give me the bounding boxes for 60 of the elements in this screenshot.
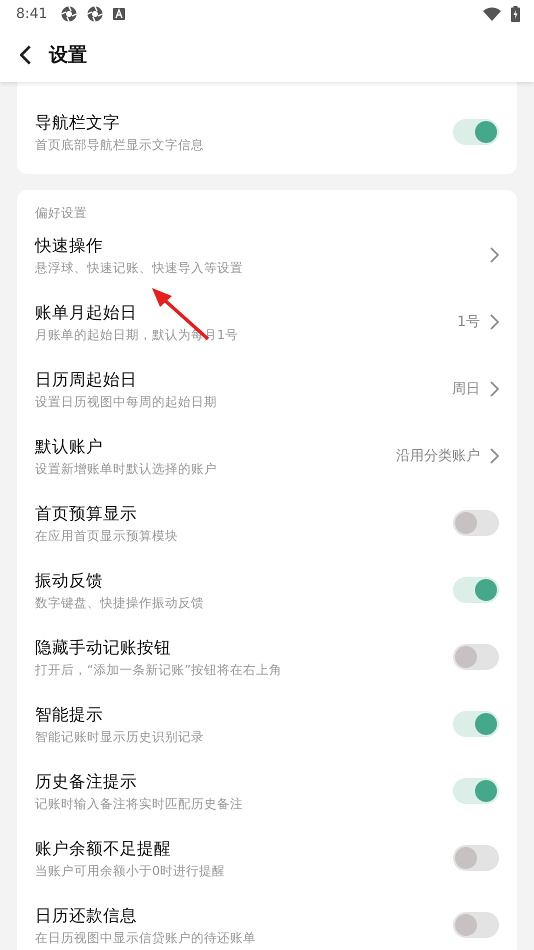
app-icon bbox=[113, 8, 126, 20]
annotation-arrow bbox=[150, 286, 212, 342]
setting-title: 历史备注提示 bbox=[35, 770, 138, 792]
aperture-icon bbox=[61, 6, 78, 22]
toggle-switch[interactable] bbox=[453, 510, 499, 536]
settings-row[interactable]: 历史备注提示 记账时输入备注将实时匹配历史备注 bbox=[17, 758, 517, 825]
setting-title: 隐藏手动记账按钮 bbox=[35, 636, 172, 658]
toggle-switch[interactable] bbox=[453, 644, 499, 670]
settings-row[interactable]: 智能提示 智能记账时显示历史识别记录 bbox=[17, 691, 517, 758]
toggle-switch[interactable] bbox=[453, 912, 499, 938]
setting-title: 振动反馈 bbox=[35, 570, 104, 592]
chevron-right-icon bbox=[490, 247, 499, 263]
setting-title: 智能提示 bbox=[35, 704, 104, 726]
section-header: 偏好设置 bbox=[34, 204, 88, 222]
chevron-right-icon bbox=[490, 314, 499, 330]
chevron-right-icon bbox=[490, 381, 499, 397]
back-icon bbox=[20, 45, 31, 65]
setting-description: 设置新增账单时默认选择的账户 bbox=[35, 460, 218, 478]
setting-description: 智能记账时显示历史识别记录 bbox=[35, 728, 205, 746]
settings-row[interactable]: 默认账户 设置新增账单时默认选择的账户 沿用分类账户 bbox=[17, 423, 517, 490]
setting-description: 在日历视图中显示信贷账户的待还账单 bbox=[35, 928, 257, 946]
setting-description: 记账时输入备注将实时匹配历史备注 bbox=[35, 794, 244, 812]
settings-row[interactable]: 快速操作 悬浮球、快速记账、快速导入等设置 bbox=[17, 222, 517, 289]
setting-value: 1号 bbox=[457, 313, 480, 331]
back-button[interactable] bbox=[20, 45, 31, 65]
chevron-right-icon bbox=[490, 448, 499, 464]
page-title: 设置 bbox=[49, 43, 87, 68]
toggle-switch[interactable] bbox=[453, 711, 499, 737]
setting-description: 打开后，“添加一条新记账”按钮将在右上角 bbox=[35, 660, 283, 678]
setting-title: 默认账户 bbox=[35, 436, 104, 458]
settings-row[interactable]: 账户余额不足提醒 当账户可用余额小于0时进行提醒 bbox=[17, 825, 517, 892]
settings-row[interactable]: 日历周起始日 设置日历视图中每周的起始日期 周日 bbox=[17, 356, 517, 423]
setting-description: 设置日历视图中每周的起始日期 bbox=[35, 392, 218, 410]
setting-description: 悬浮球、快速记账、快速导入等设置 bbox=[35, 258, 244, 276]
setting-title: 日历还款信息 bbox=[35, 904, 138, 926]
setting-description: 首页底部导航栏显示文字信息 bbox=[35, 136, 205, 154]
setting-title: 日历周起始日 bbox=[35, 368, 138, 390]
settings-row[interactable]: 日历还款信息 在日历视图中显示信贷账户的待还账单 bbox=[17, 892, 517, 950]
toggle-switch[interactable] bbox=[453, 119, 499, 145]
setting-description: 数字键盘、快捷操作振动反馈 bbox=[35, 594, 205, 612]
settings-row[interactable]: 隐藏手动记账按钮 打开后，“添加一条新记账”按钮将在右上角 bbox=[17, 624, 517, 691]
setting-description: 当账户可用余额小于0时进行提醒 bbox=[35, 862, 226, 880]
wifi-icon bbox=[483, 7, 501, 21]
toggle-switch[interactable] bbox=[453, 778, 499, 804]
settings-row[interactable]: 振动反馈 数字键盘、快捷操作振动反馈 bbox=[17, 557, 517, 624]
toggle-switch[interactable] bbox=[453, 845, 499, 871]
setting-title: 导航栏文字 bbox=[35, 112, 121, 134]
aperture-icon bbox=[87, 6, 104, 22]
status-time: 8:41 bbox=[16, 6, 48, 22]
settings-row[interactable]: 首页预算显示 在应用首页显示预算模块 bbox=[17, 490, 517, 557]
battery-icon bbox=[511, 6, 520, 22]
setting-title: 首页预算显示 bbox=[35, 502, 138, 524]
setting-title: 账户余额不足提醒 bbox=[35, 838, 172, 860]
setting-description: 在应用首页显示预算模块 bbox=[35, 526, 179, 544]
setting-value: 沿用分类账户 bbox=[396, 447, 480, 465]
setting-title: 账单月起始日 bbox=[35, 302, 138, 324]
toggle-switch[interactable] bbox=[453, 577, 499, 603]
setting-title: 快速操作 bbox=[35, 234, 104, 256]
setting-value: 周日 bbox=[452, 380, 480, 398]
settings-row[interactable]: 导航栏文字 首页底部导航栏显示文字信息 bbox=[17, 99, 517, 166]
